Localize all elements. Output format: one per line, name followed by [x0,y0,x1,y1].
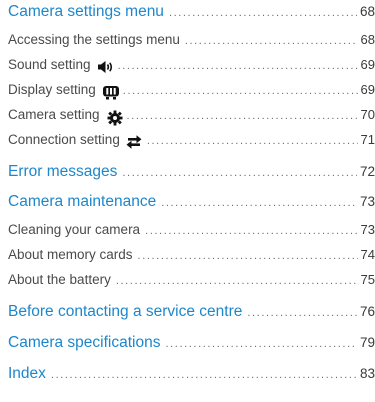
toc-entry-page: 71 [360,132,375,147]
toc-entry-before-contacting-service-centre[interactable]: Before contacting a service centre 76 [8,303,375,321]
toc-entry-about-the-battery[interactable]: About the battery 75 [8,272,375,287]
toc-entry-title: Accessing the settings menu [8,32,180,47]
toc-entry-page: 76 [359,304,375,319]
leader-dots [51,370,357,381]
toc-entry-page: 69 [360,82,375,97]
toc-entry-title: Camera specifications [8,334,161,351]
toc-entry-page: 73 [360,222,375,237]
toc-entry-camera-specifications[interactable]: Camera specifications 79 [8,334,375,352]
toc-entry-page: 83 [359,366,375,381]
leader-dots [169,8,357,19]
display-icon [102,85,119,99]
leader-dots [118,61,358,72]
toc-entry-about-memory-cards[interactable]: About memory cards 74 [8,247,375,262]
toc-entry-page: 79 [359,335,375,350]
toc-entry-title: Cleaning your camera [8,222,141,237]
leader-dots [127,111,358,122]
toc-entry-page: 68 [360,32,375,47]
toc-entry-title: Connection setting [8,132,120,147]
toc-entry-title: Sound setting [8,57,91,72]
toc-entry-camera-setting[interactable]: Camera setting ..... 70 [8,107,375,125]
leader-dots [165,339,356,350]
toc-entry-index[interactable]: Index 83 [8,365,375,383]
leader-dots [123,86,358,97]
leader-dots [185,36,358,47]
toc-entry-title: Display setting [8,82,96,97]
toc-entry-error-messages[interactable]: Error messages 72 [8,163,375,181]
toc-entry-page: 69 [360,57,375,72]
toc-entry-page: 68 [359,4,375,19]
leader-dots [122,168,357,179]
toc-entry-title: Before contacting a service centre [8,303,243,320]
toc-entry-display-setting[interactable]: Display setting 69 [8,82,375,99]
toc-entry-title: Camera setting [8,107,100,122]
leader-dots [147,136,358,147]
connection-icon [126,134,142,149]
toc-entry-camera-maintenance[interactable]: Camera maintenance 73 [8,193,375,211]
toc-entry-page: 75 [360,272,375,287]
toc-entry-sound-setting[interactable]: Sound setting 69 [8,57,375,74]
toc-entry-title: Camera maintenance [8,193,157,210]
speaker-icon [97,60,113,74]
toc-entry-title: Index [8,365,46,382]
leader-dots [138,251,358,262]
leader-dots [116,276,358,287]
toc-entry-page: 72 [359,164,375,179]
toc-entry-title: Error messages [8,163,118,180]
toc-entry-title: About the battery [8,272,111,287]
leader-dots [161,198,357,209]
leader-dots [247,308,357,319]
gear-icon [106,110,123,125]
toc-entry-page: 74 [360,247,375,262]
toc-entry-cleaning-your-camera[interactable]: Cleaning your camera 73 [8,222,375,237]
toc-entry-title: About memory cards [8,247,133,262]
toc-entry-page: 70 [360,107,375,122]
toc-entry-title: Camera settings menu [8,3,164,20]
toc-entry-connection-setting[interactable]: Connection setting 71 [8,132,375,149]
toc-entry-page: 73 [359,194,375,209]
leader-dots [145,226,357,237]
toc-entry-accessing-settings-menu[interactable]: Accessing the settings menu 68 [8,32,375,47]
toc-entry-camera-settings-menu[interactable]: Camera settings menu 68 [8,3,375,21]
